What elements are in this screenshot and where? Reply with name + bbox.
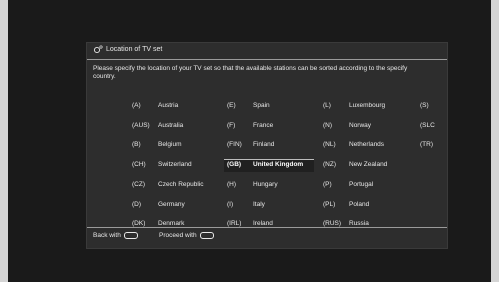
country-option[interactable]: (TR) xyxy=(420,139,442,151)
dialog-title: Location of TV set xyxy=(106,46,163,53)
country-option[interactable]: (DK) Denmark xyxy=(132,218,222,230)
country-code: (L) xyxy=(323,102,331,109)
country-option[interactable]: (D) Germany xyxy=(132,199,222,211)
country-option[interactable]: (N) Norway xyxy=(323,120,413,132)
country-name: New Zealand xyxy=(349,161,388,169)
country-option[interactable]: (P) Portugal xyxy=(323,179,413,191)
country-option[interactable]: (L) Luxembourg xyxy=(323,100,413,112)
back-button-icon xyxy=(123,232,138,239)
country-option[interactable]: (S) xyxy=(420,100,442,112)
country-name: Belgium xyxy=(158,141,182,149)
country-name: Portugal xyxy=(349,180,374,188)
proceed-label: Proceed with xyxy=(159,232,197,240)
country-name: United Kingdom xyxy=(253,161,304,169)
location-dialog: Location of TV set Please specify the lo… xyxy=(86,42,448,249)
footer-divider xyxy=(87,227,447,228)
country-code: (A) xyxy=(132,102,141,109)
country-code: (SLC xyxy=(420,121,435,129)
country-option[interactable]: (I) Italy xyxy=(227,199,317,211)
country-option[interactable]: (AUS) Australia xyxy=(132,120,222,132)
proceed-hint[interactable]: Proceed with xyxy=(159,232,214,239)
country-option[interactable]: (E) Spain xyxy=(227,100,317,112)
country-name: Luxembourg xyxy=(349,102,386,109)
country-option[interactable]: (H) Hungary xyxy=(227,179,317,191)
dialog-description: Please specify the location of your TV s… xyxy=(93,65,408,80)
country-name: Germany xyxy=(158,200,185,208)
country-code: (CH) xyxy=(132,161,146,169)
country-code: (P) xyxy=(323,180,332,188)
country-name: Finland xyxy=(253,141,275,149)
country-code: (PL) xyxy=(323,200,336,208)
dialog-titlebar: Location of TV set xyxy=(87,43,447,60)
country-option[interactable]: (F) France xyxy=(227,120,317,132)
country-code: (TR) xyxy=(420,141,433,149)
country-code: (FIN) xyxy=(227,141,242,149)
country-name: Australia xyxy=(158,121,184,129)
back-hint[interactable]: Back with xyxy=(93,232,138,239)
country-code: (D) xyxy=(132,200,142,208)
country-code: (GB) xyxy=(227,161,242,169)
country-name: Austria xyxy=(158,102,179,109)
country-name: Netherlands xyxy=(349,141,385,149)
country-option[interactable]: (SLC xyxy=(420,120,442,132)
country-code: (I) xyxy=(227,200,234,208)
country-name: Spain xyxy=(253,102,270,109)
country-option[interactable]: (B) Belgium xyxy=(132,139,222,151)
tv-screen: Location of TV set Please specify the lo… xyxy=(8,0,491,282)
country-name: Czech Republic xyxy=(158,180,204,188)
country-code: (F) xyxy=(227,121,236,129)
country-option[interactable]: (NL) Netherlands xyxy=(323,139,413,151)
country-name: Norway xyxy=(349,121,372,129)
country-name: Poland xyxy=(349,200,370,208)
country-option[interactable]: (CZ) Czech Republic xyxy=(132,179,222,191)
country-code: (NZ) xyxy=(323,161,336,169)
country-option[interactable]: (GB) United Kingdom xyxy=(224,159,317,173)
country-code: (NL) xyxy=(323,141,336,149)
country-name: Hungary xyxy=(253,180,278,188)
country-code: (B) xyxy=(132,141,141,149)
country-option[interactable]: (A) Austria xyxy=(132,100,222,112)
proceed-button-icon xyxy=(199,232,214,239)
country-code: (AUS) xyxy=(132,121,150,129)
country-option[interactable]: (CH) Switzerland xyxy=(132,159,222,171)
country-option[interactable]: (IRL) Ireland xyxy=(227,218,317,230)
country-option[interactable]: (NZ) New Zealand xyxy=(323,159,413,171)
settings-icon xyxy=(93,45,103,54)
country-name: Italy xyxy=(253,200,265,208)
country-code: (CZ) xyxy=(132,180,145,188)
country-code: (S) xyxy=(420,102,429,109)
country-option[interactable]: (RUS) Russia xyxy=(323,218,413,230)
country-option[interactable]: (FIN) Finland xyxy=(227,139,317,151)
country-name: Switzerland xyxy=(158,161,192,169)
country-option[interactable]: (PL) Poland xyxy=(323,199,413,211)
country-code: (E) xyxy=(227,102,236,109)
country-name: France xyxy=(253,121,274,129)
back-label: Back with xyxy=(93,232,121,240)
country-code: (N) xyxy=(323,121,333,129)
country-code: (H) xyxy=(227,180,237,188)
